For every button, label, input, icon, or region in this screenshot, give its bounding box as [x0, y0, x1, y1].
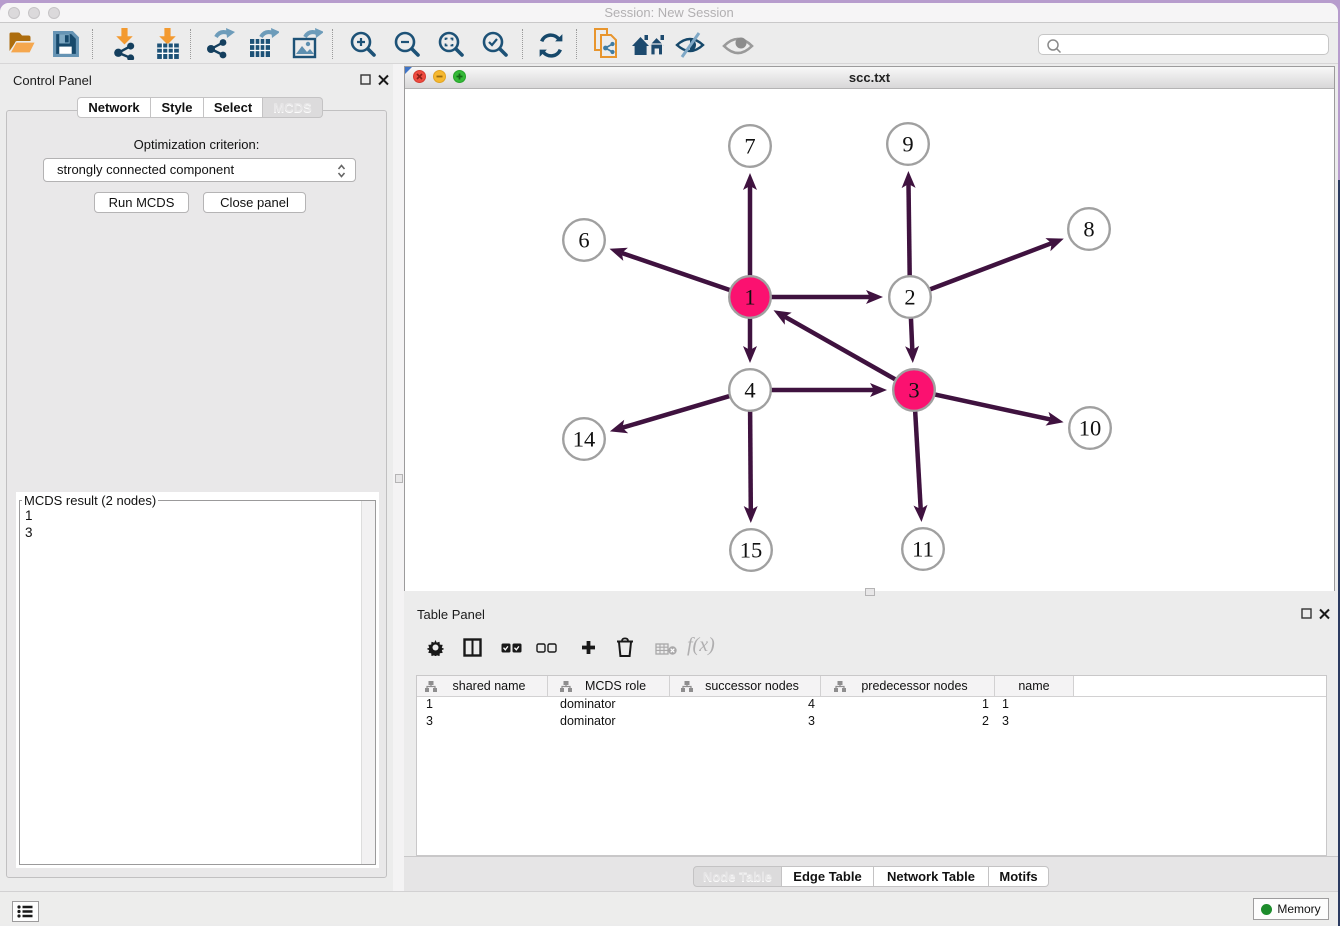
- svg-text:9: 9: [902, 132, 913, 157]
- svg-text:14: 14: [573, 427, 596, 452]
- svg-text:2: 2: [904, 285, 915, 310]
- svg-text:6: 6: [578, 228, 589, 253]
- svg-text:4: 4: [744, 378, 755, 403]
- svg-text:10: 10: [1079, 416, 1102, 441]
- svg-text:11: 11: [912, 537, 934, 562]
- svg-text:3: 3: [908, 378, 919, 403]
- svg-text:8: 8: [1083, 217, 1094, 242]
- svg-text:1: 1: [744, 285, 755, 310]
- svg-text:7: 7: [744, 134, 755, 159]
- svg-text:15: 15: [740, 538, 763, 563]
